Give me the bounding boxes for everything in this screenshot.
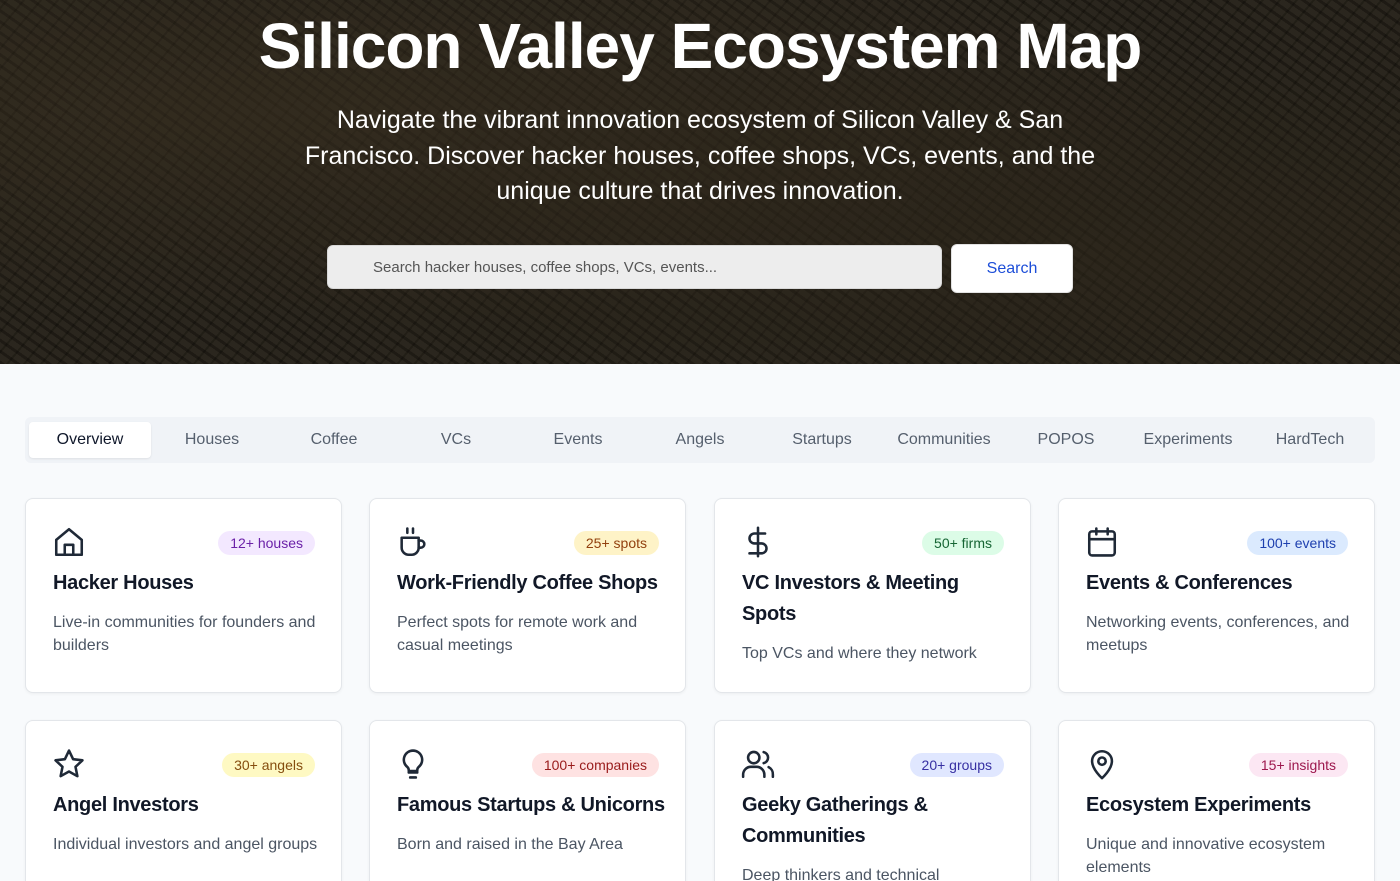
card-description: Perfect spots for remote work and casual… [397,614,638,654]
card-experiments[interactable]: 15+ insights Ecosystem Experiments Uniqu… [1058,720,1375,881]
count-badge: 100+ companies [531,753,659,777]
category-tabs: Overview Houses Coffee VCs Events Angels… [25,417,1375,463]
tab-coffee[interactable]: Coffee [273,422,395,458]
hero-subtitle: Navigate the vibrant innovation ecosyste… [304,106,1096,205]
search-input[interactable] [327,245,942,289]
count-badge: 25+ spots [573,531,659,555]
tab-events[interactable]: Events [517,422,639,458]
tab-popos[interactable]: POPOS [1005,422,1127,458]
tab-houses[interactable]: Houses [151,422,273,458]
tab-communities[interactable]: Communities [883,422,1005,458]
coffee-icon [396,525,430,559]
page-title: Silicon Valley Ecosystem Map [258,10,1143,82]
card-description: Deep thinkers and technical [742,867,940,881]
tab-startups[interactable]: Startups [761,422,883,458]
lightbulb-icon [396,747,430,781]
count-badge: 12+ houses [218,531,315,555]
tab-angels[interactable]: Angels [639,422,761,458]
card-title: Hacker Houses [53,572,194,594]
card-vc-investors[interactable]: 50+ firms VC Investors & Meeting Spots T… [714,498,1031,693]
card-angel-investors[interactable]: 30+ angels Angel Investors Individual in… [25,720,342,881]
card-startups[interactable]: 100+ companies Famous Startups & Unicorn… [369,720,686,881]
card-title: VC Investors & Meeting Spots [742,572,959,625]
count-badge: 20+ groups [909,753,1004,777]
card-description: Live-in communities for founders and bui… [53,614,316,654]
card-title: Ecosystem Experiments [1086,794,1311,816]
card-title: Famous Startups & Unicorns [397,794,665,816]
count-badge: 15+ insights [1248,753,1348,777]
card-hacker-houses[interactable]: 12+ houses Hacker Houses Live-in communi… [25,498,342,693]
count-badge: 50+ firms [922,531,1004,555]
card-title: Angel Investors [53,794,199,816]
map-pin-icon [1085,747,1119,781]
tab-experiments[interactable]: Experiments [1127,422,1249,458]
hero-banner: Silicon Valley Ecosystem Map Navigate th… [0,0,1400,364]
users-icon [741,747,775,781]
home-icon [52,525,86,559]
star-icon [52,747,86,781]
card-description: Individual investors and angel groups [53,836,318,853]
tab-overview[interactable]: Overview [29,422,151,458]
card-communities[interactable]: 20+ groups Geeky Gatherings & Communitie… [714,720,1031,881]
search-button[interactable]: Search [951,244,1073,293]
card-coffee-shops[interactable]: 25+ spots Work-Friendly Coffee Shops Per… [369,498,686,693]
card-description: Top VCs and where they network [742,645,977,662]
tab-vcs[interactable]: VCs [395,422,517,458]
calendar-icon [1085,525,1119,559]
card-events[interactable]: 100+ events Events & Conferences Network… [1058,498,1375,693]
card-title: Geeky Gatherings & Communities [742,794,928,847]
count-badge: 100+ events [1247,531,1348,555]
count-badge: 30+ angels [222,753,315,777]
card-title: Events & Conferences [1086,572,1293,594]
card-description: Unique and innovative ecosystem elements [1086,836,1326,876]
card-title: Work-Friendly Coffee Shops [397,572,658,594]
card-description: Born and raised in the Bay Area [397,836,623,853]
card-description: Networking events, conferences, and meet… [1086,614,1350,654]
dollar-icon [741,525,775,559]
tab-hardtech[interactable]: HardTech [1249,422,1371,458]
